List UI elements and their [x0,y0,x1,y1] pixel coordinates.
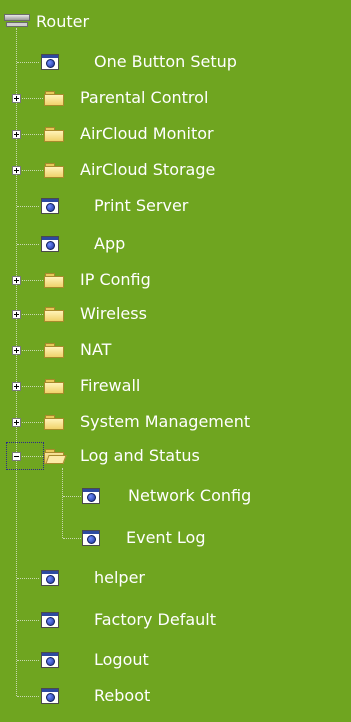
expand-icon[interactable] [12,94,21,103]
tree-item-label: Parental Control [80,88,209,107]
tree-item-label: Print Server [94,196,189,215]
tree-item-label: Wireless [80,304,147,323]
tree-item-factory-default[interactable]: Factory Default [0,602,351,638]
folder-icon [44,163,64,178]
page-globe-icon [82,530,100,546]
tree-item-label: IP Config [80,270,151,289]
tree-item-label: System Management [80,412,251,431]
expand-icon[interactable] [12,276,21,285]
computer-icon [4,14,30,28]
tree-item-logout[interactable]: Logout [0,642,351,678]
tree-root-router[interactable]: Router [0,4,351,40]
tree-connector [17,578,39,579]
tree-item-label: Log and Status [80,446,200,465]
tree-connector [17,62,39,63]
page-globe-icon [82,488,100,504]
tree-item-helper[interactable]: helper [0,560,351,596]
tree-item-wireless[interactable]: Wireless [0,296,351,332]
tree-item-label: Event Log [126,528,206,547]
collapse-icon[interactable] [12,452,21,461]
tree-connector [63,538,81,539]
page-globe-icon [41,612,59,628]
tree-item-print-server[interactable]: Print Server [0,188,351,224]
tree-item-label: One Button Setup [94,52,237,71]
page-globe-icon [41,570,59,586]
tree-connector [63,496,81,497]
expand-icon[interactable] [12,130,21,139]
folder-icon [44,415,64,430]
tree-item-label: AirCloud Storage [80,160,216,179]
tree-item-label: helper [94,568,146,587]
expand-icon[interactable] [12,418,21,427]
tree-connector [17,206,39,207]
tree-item-label: Reboot [94,686,151,705]
tree-connector [17,696,39,697]
page-globe-icon [41,652,59,668]
tree-item-one-button-setup[interactable]: One Button Setup [0,44,351,80]
folder-open-icon [44,449,67,464]
tree-item-reboot[interactable]: Reboot [0,678,351,714]
page-globe-icon [41,54,59,70]
tree-item-aircloud-monitor[interactable]: AirCloud Monitor [0,116,351,152]
tree-item-label: Network Config [128,486,252,505]
folder-icon [44,343,64,358]
tree-root-label: Router [36,12,90,31]
page-globe-icon [41,688,59,704]
tree-connector [17,244,39,245]
page-globe-icon [41,198,59,214]
tree-item-label: NAT [80,340,112,359]
tree-item-label: Logout [94,650,149,669]
tree-item-nat[interactable]: NAT [0,332,351,368]
expand-icon[interactable] [12,382,21,391]
tree-item-app[interactable]: App [0,226,351,262]
folder-icon [44,307,64,322]
navigation-tree: Router One Button Setup Parental Control… [0,0,351,722]
expand-icon[interactable] [12,346,21,355]
tree-item-system-management[interactable]: System Management [0,404,351,440]
tree-item-parental-control[interactable]: Parental Control [0,80,351,116]
tree-item-event-log[interactable]: Event Log [0,520,351,556]
tree-item-label: Firewall [80,376,141,395]
folder-icon [44,91,64,106]
expand-icon[interactable] [12,166,21,175]
folder-icon [44,379,64,394]
tree-item-network-config[interactable]: Network Config [0,478,351,514]
tree-item-label: App [94,234,126,253]
tree-connector [17,620,39,621]
page-globe-icon [41,236,59,252]
tree-connector [17,660,39,661]
folder-icon [44,273,64,288]
tree-item-aircloud-storage[interactable]: AirCloud Storage [0,152,351,188]
tree-item-firewall[interactable]: Firewall [0,368,351,404]
folder-icon [44,127,64,142]
tree-item-log-and-status[interactable]: Log and Status [0,438,351,474]
expand-icon[interactable] [12,310,21,319]
tree-item-label: Factory Default [94,610,216,629]
tree-item-label: AirCloud Monitor [80,124,214,143]
tree-item-ip-config[interactable]: IP Config [0,262,351,298]
